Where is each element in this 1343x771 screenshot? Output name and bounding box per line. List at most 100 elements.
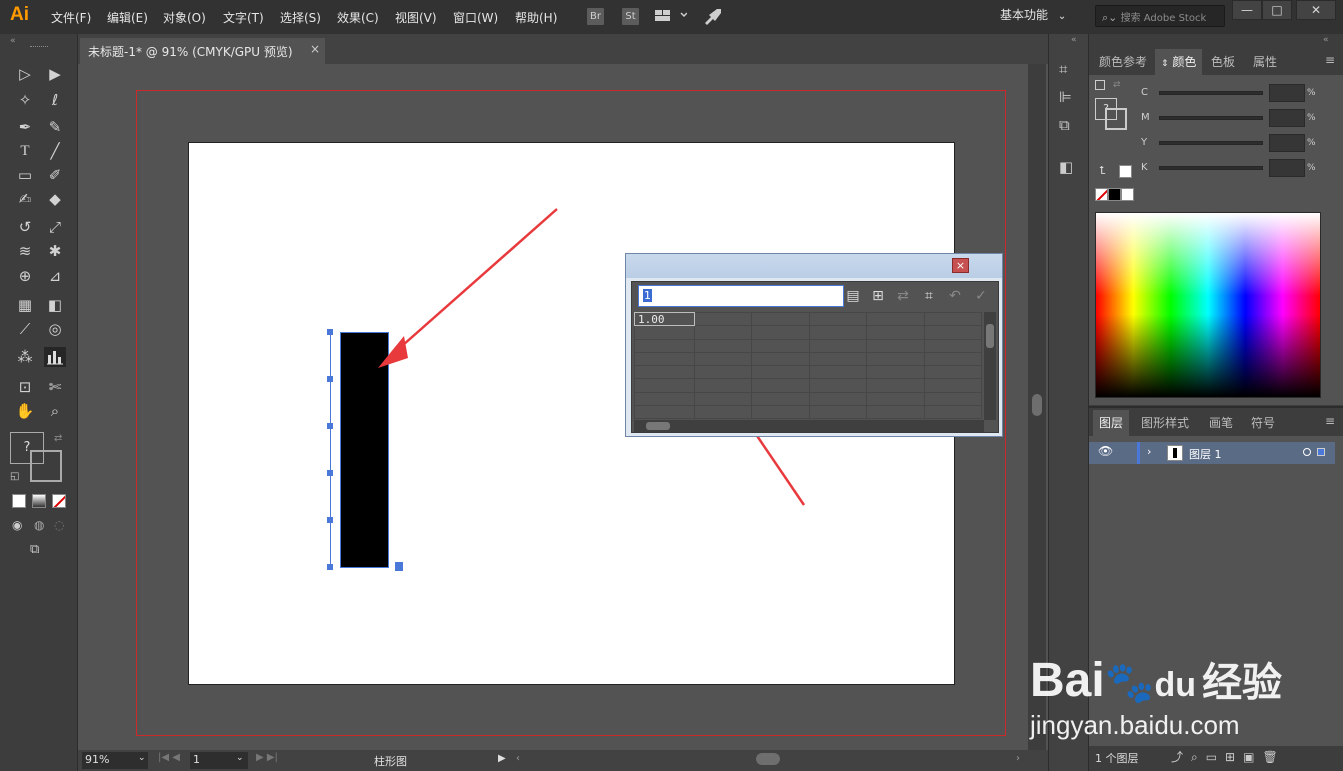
stroke-unknown-swatch[interactable] <box>1105 108 1127 130</box>
hand-tool-icon[interactable]: ✋ <box>14 401 36 421</box>
perspective-grid-tool-icon[interactable]: ⊿ <box>44 266 66 286</box>
data-cell[interactable] <box>923 351 983 367</box>
data-cell[interactable] <box>693 325 753 340</box>
draw-behind-icon[interactable]: ◍ <box>34 518 44 532</box>
data-cell[interactable] <box>751 378 810 393</box>
channel-y-input[interactable] <box>1269 134 1305 152</box>
data-cell[interactable] <box>751 351 810 367</box>
data-cell[interactable] <box>634 338 695 353</box>
data-cell[interactable] <box>693 404 753 420</box>
black-swatch[interactable] <box>1108 188 1121 201</box>
data-cell[interactable] <box>634 364 695 380</box>
menu-view[interactable]: 视图(V) <box>395 9 437 26</box>
white-swatch[interactable] <box>1119 165 1132 178</box>
scale-tool-icon[interactable]: ⤢ <box>44 217 66 237</box>
data-cell[interactable] <box>693 391 753 406</box>
layer-footer-icons[interactable]: ⤴⌕▭⊞▣🗑 <box>1171 748 1286 765</box>
rectangle-tool-icon[interactable]: ▭ <box>14 165 36 185</box>
revert-icon[interactable]: ↶ <box>944 286 966 306</box>
scroll-thumb[interactable] <box>646 422 670 430</box>
data-cell[interactable] <box>693 378 753 393</box>
tab-properties[interactable]: 属性 <box>1247 49 1283 75</box>
next-artboard-icon[interactable]: ▶ ▶| <box>256 752 278 763</box>
dialog-titlebar[interactable]: × <box>626 254 1002 278</box>
selection-tool-icon[interactable]: ▷ <box>14 64 36 84</box>
type-tool-icon[interactable]: T <box>14 141 36 161</box>
scroll-left-icon[interactable]: ‹ <box>516 753 520 764</box>
data-cell[interactable] <box>923 404 983 420</box>
scroll-thumb[interactable] <box>1032 394 1042 416</box>
channel-c-input[interactable] <box>1269 84 1305 102</box>
data-cell[interactable] <box>866 351 925 367</box>
direct-selection-tool-icon[interactable]: ▶ <box>44 64 66 84</box>
tab-color[interactable]: ⇕ 颜色 <box>1155 49 1203 75</box>
first-artboard-icon[interactable]: |◀ ◀ <box>158 752 180 763</box>
horizontal-scroll-thumb[interactable] <box>756 753 780 765</box>
tab-color-guide[interactable]: 颜色参考 <box>1093 49 1153 75</box>
document-tab[interactable]: 未标题-1* @ 91% (CMYK/GPU 预览) × <box>80 38 325 64</box>
data-cell[interactable] <box>634 391 695 406</box>
data-cell[interactable] <box>751 364 810 380</box>
panel-menu-icon[interactable]: ≡ <box>1325 414 1335 428</box>
tab-layers[interactable]: 图层 <box>1093 410 1130 436</box>
channel-k-slider[interactable] <box>1159 166 1263 170</box>
data-cell[interactable] <box>866 325 925 340</box>
stock-button[interactable]: St <box>622 8 639 25</box>
menu-edit[interactable]: 编辑(E) <box>107 9 148 26</box>
data-cell[interactable] <box>866 338 925 353</box>
shape-builder-tool-icon[interactable]: ⊕ <box>14 266 36 286</box>
workspace-switcher[interactable]: 基本功能 ⌄ <box>1000 6 1066 23</box>
data-cell[interactable] <box>634 351 695 367</box>
shaper-tool-icon[interactable]: ✍ <box>14 189 36 209</box>
align-panel-icon[interactable]: ⊫ <box>1059 88 1072 106</box>
data-cell[interactable] <box>808 325 868 340</box>
stock-search-input[interactable]: ⌕⌄ 搜索 Adobe Stock <box>1095 5 1225 27</box>
data-cell[interactable] <box>923 378 983 393</box>
magic-wand-tool-icon[interactable]: ✧ <box>14 90 36 110</box>
panel-menu-icon[interactable]: ≡ <box>1325 53 1335 67</box>
swap-fill-stroke-icon[interactable]: ⇄ <box>54 433 62 444</box>
data-cell[interactable] <box>751 338 810 353</box>
paintbrush-tool-icon[interactable]: ✐ <box>44 165 66 185</box>
data-cell[interactable] <box>808 338 868 353</box>
close-tab-icon[interactable]: × <box>310 42 320 56</box>
lasso-tool-icon[interactable]: ℓ <box>44 90 66 110</box>
column-graph-tool-icon[interactable] <box>44 347 66 367</box>
swap-icon[interactable]: ⇄ <box>1113 80 1121 90</box>
layer-name[interactable]: 图层 1 <box>1189 446 1222 462</box>
none-swatch[interactable] <box>1095 188 1108 201</box>
data-cell[interactable] <box>866 391 925 406</box>
close-button[interactable]: ✕ <box>1296 0 1336 20</box>
data-cell[interactable] <box>634 378 695 393</box>
transform-panel-icon[interactable]: ⌗ <box>1059 60 1067 78</box>
tab-symbols[interactable]: 符号 <box>1245 410 1281 436</box>
stroke-swatch[interactable] <box>30 450 62 482</box>
status-menu-arrow-icon[interactable]: ▶ <box>498 753 506 764</box>
data-cell[interactable] <box>923 338 983 353</box>
tab-graphic-styles[interactable]: 图形样式 <box>1135 410 1195 436</box>
gradient-tool-icon[interactable]: ◧ <box>44 295 66 315</box>
collapse-icon[interactable]: « <box>1323 35 1329 45</box>
data-cell[interactable] <box>808 311 868 327</box>
data-grid[interactable]: 1.00 <box>634 311 983 420</box>
data-cell[interactable] <box>693 311 753 327</box>
grid-vertical-scrollbar[interactable] <box>984 312 996 420</box>
canvas-vertical-scrollbar[interactable] <box>1028 64 1046 750</box>
data-cell[interactable] <box>808 351 868 367</box>
channel-m-slider[interactable] <box>1159 116 1263 120</box>
default-colors-icon[interactable] <box>1095 80 1105 90</box>
menu-help[interactable]: 帮助(H) <box>515 9 557 26</box>
out-of-gamut-icon[interactable]: ⮤ <box>1099 164 1106 178</box>
draw-inside-icon[interactable]: ◌ <box>54 518 64 532</box>
rocket-icon[interactable] <box>703 7 723 28</box>
menu-type[interactable]: 文字(T) <box>223 9 264 26</box>
bridge-button[interactable]: Br <box>587 8 604 25</box>
data-cell[interactable] <box>866 364 925 380</box>
data-cell[interactable] <box>634 404 695 420</box>
zoom-tool-icon[interactable]: ⌕ <box>44 401 66 421</box>
data-cell[interactable] <box>751 404 810 420</box>
slice-tool-icon[interactable]: ✄ <box>44 377 66 397</box>
data-cell[interactable] <box>923 325 983 340</box>
menu-effect[interactable]: 效果(C) <box>337 9 379 26</box>
import-data-icon[interactable]: ▤ <box>842 286 864 306</box>
